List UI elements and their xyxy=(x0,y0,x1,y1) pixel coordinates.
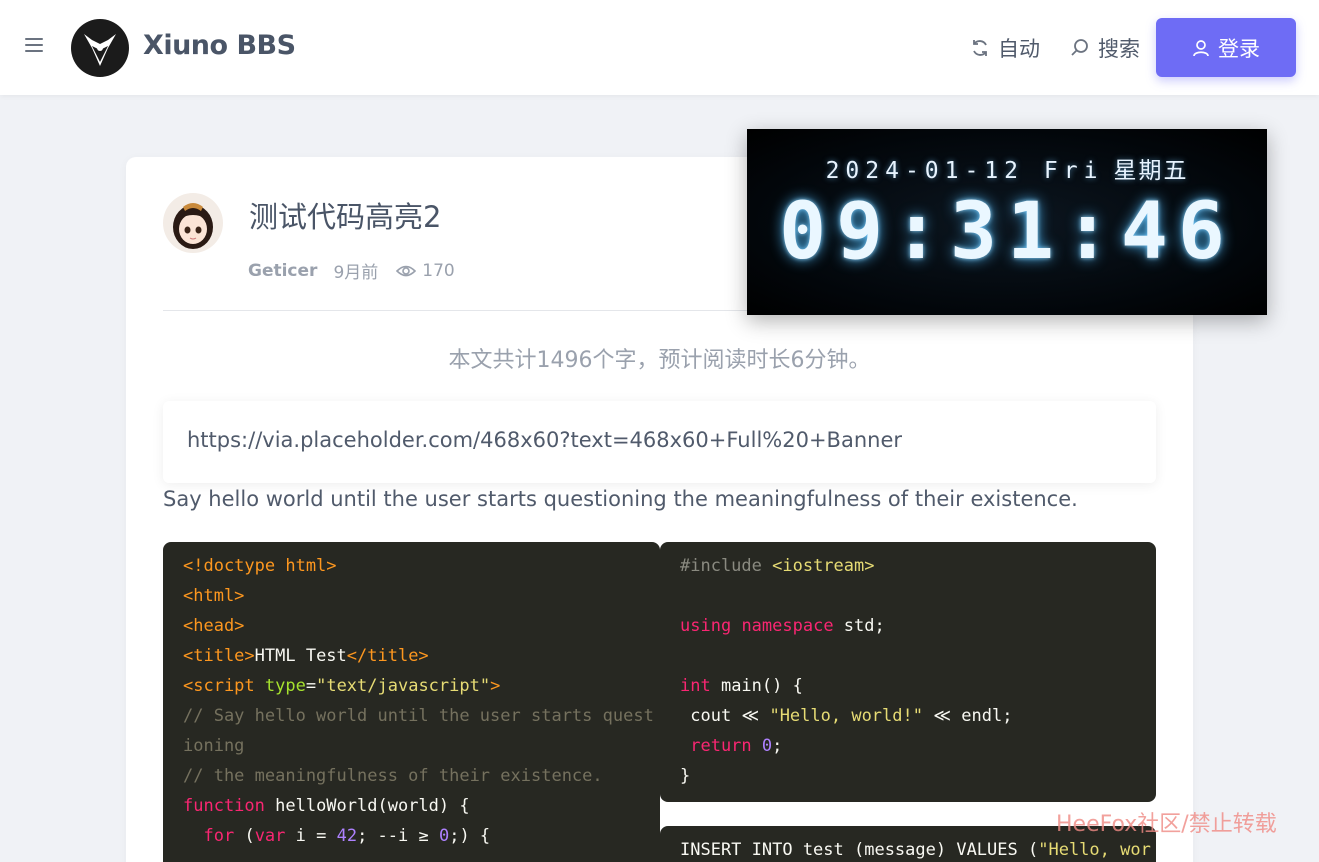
post-title: 测试代码高亮2 xyxy=(249,200,442,234)
view-count: 170 xyxy=(396,260,455,281)
clock-weekday: 星期五 xyxy=(1113,158,1189,184)
eye-icon xyxy=(396,265,417,276)
code-token: main() { xyxy=(710,676,803,696)
code-token: ≪ endl; xyxy=(922,706,1013,726)
code-token: std; xyxy=(833,616,885,636)
code-token: <title> xyxy=(183,646,255,666)
code-block-html: <!doctype html> <html> <head> <title>HTM… xyxy=(163,542,660,862)
code-token: int xyxy=(680,676,711,696)
code-token: </title> xyxy=(346,646,429,666)
code-token: = xyxy=(305,676,317,696)
code-token: <iostream> xyxy=(772,556,875,576)
refresh-icon xyxy=(973,40,987,56)
code-token: cout ≪ xyxy=(680,706,770,726)
code-token: for xyxy=(203,826,235,846)
code-block-cpp: #include <iostream> using namespace std;… xyxy=(660,542,1156,802)
watermark-text: HeeFox社区/禁止转载 xyxy=(1056,812,1277,837)
code-line: <head> xyxy=(183,616,245,636)
code-token: var xyxy=(254,826,286,846)
author-name[interactable]: Geticer xyxy=(248,261,317,281)
reading-time-notice: 本文共计1496个字，预计阅读时长6分钟。 xyxy=(448,348,871,373)
code-line: ioning xyxy=(183,736,245,756)
code-token: #include xyxy=(680,556,773,576)
search-icon xyxy=(1071,39,1088,56)
code-token: INSERT INTO test (message) VALUES ( xyxy=(680,840,1039,860)
code-line: // the meaningfulness of their existence… xyxy=(183,766,603,786)
login-button[interactable]: 登录 xyxy=(1156,18,1296,77)
clock-date-line: 2024-01-12 Fri 星期五 xyxy=(747,151,1267,185)
code-line: <html> xyxy=(183,586,245,606)
code-token: "Hello, world!" xyxy=(769,706,923,726)
code-token: 42 xyxy=(336,826,358,846)
code-token: (world) { xyxy=(377,796,470,816)
clock-time: 09:31:46 xyxy=(779,187,1235,277)
code-token: i = xyxy=(285,826,337,846)
code-token: 0 xyxy=(438,826,450,846)
code-token: HTML Test xyxy=(254,646,347,666)
hamburger-icon[interactable] xyxy=(25,38,43,52)
code-token: namespace xyxy=(741,616,834,636)
code-token: ; xyxy=(772,736,783,756)
banner-url-box: https://via.placeholder.com/468x60?text=… xyxy=(163,401,1156,483)
nav-auto-label: 自动 xyxy=(998,37,1040,61)
post-meta: Geticer 9月前 170 xyxy=(248,258,455,284)
nav-search-label: 搜索 xyxy=(1098,37,1140,61)
logo-icon[interactable] xyxy=(70,18,130,78)
site-brand[interactable]: Xiuno BBS xyxy=(143,30,296,61)
login-label: 登录 xyxy=(1218,36,1260,61)
code-token: "Hello, wor xyxy=(1038,840,1151,860)
post-paragraph: Say hello world until the user starts qu… xyxy=(163,487,1078,511)
code-token: ;) { xyxy=(449,826,491,846)
code-line: } xyxy=(680,766,691,786)
code-token: return xyxy=(680,736,752,756)
nav-search[interactable]: 搜索 xyxy=(1070,33,1140,63)
code-token: type xyxy=(264,676,306,696)
author-avatar[interactable] xyxy=(163,193,223,253)
code-token: ( xyxy=(234,826,255,846)
code-token: ; --i ≥ xyxy=(357,826,439,846)
code-line: <!doctype html> xyxy=(183,556,337,576)
code-token: function xyxy=(183,796,265,816)
banner-url-text[interactable]: https://via.placeholder.com/468x60?text=… xyxy=(187,428,902,452)
post-time: 9月前 xyxy=(333,263,379,283)
user-icon xyxy=(1193,39,1209,56)
digital-clock-widget: 2024-01-12 Fri 星期五 09:31:46 xyxy=(747,129,1267,315)
nav-auto-refresh[interactable]: 自动 xyxy=(970,33,1040,63)
code-token: helloWorld xyxy=(264,796,378,816)
code-token: using xyxy=(680,616,732,636)
code-token: > xyxy=(490,676,501,696)
code-token: "text/javascript" xyxy=(316,676,491,696)
code-token: 0 xyxy=(761,736,773,756)
top-navbar: Xiuno BBS 自动 搜索 登录 xyxy=(0,0,1319,95)
code-token: <script xyxy=(183,676,265,696)
clock-date: 2024-01-12 Fri xyxy=(825,158,1104,184)
code-line: // Say hello world until the user starts… xyxy=(183,706,654,726)
view-count-value: 170 xyxy=(422,260,455,281)
